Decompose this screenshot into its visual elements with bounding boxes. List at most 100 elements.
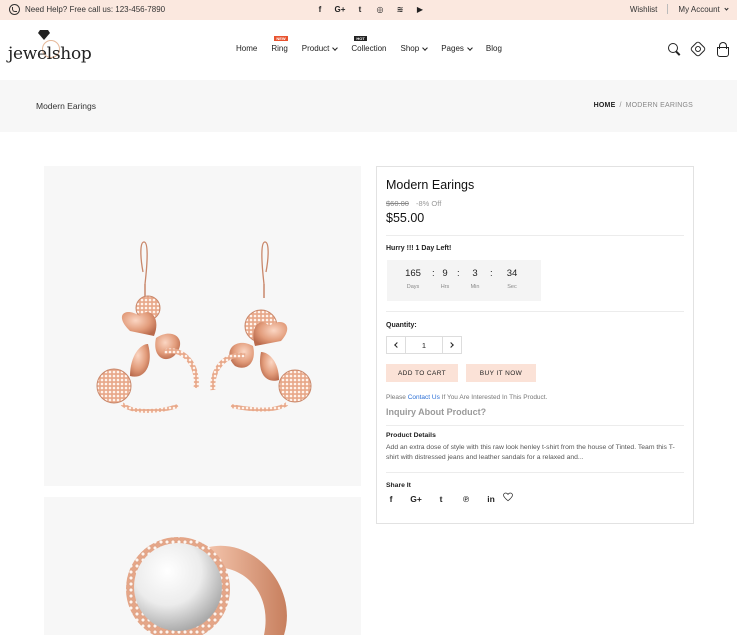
nav-item-home[interactable]: Home: [236, 44, 257, 53]
nav-label: Collection: [351, 44, 387, 53]
countdown-label: Days: [406, 284, 420, 290]
product-title: Modern Earings: [386, 178, 475, 192]
countdown-label: Sec: [507, 284, 517, 290]
nav-label: Shop: [400, 44, 420, 53]
divider: [386, 425, 684, 426]
pinterest-icon[interactable]: ℗: [461, 494, 471, 504]
breadcrumb: HOME / MODERN EARINGS: [594, 102, 693, 109]
my-account-label: My Account: [678, 5, 720, 14]
nav-label: Ring: [271, 44, 288, 53]
countdown-colon: :: [432, 268, 435, 279]
divider: [386, 311, 684, 312]
logo-text: jewelshop: [8, 44, 92, 64]
nav-item-ring[interactable]: Ring NEW: [271, 36, 288, 53]
divider: [667, 4, 669, 14]
countdown-timer: 165 Days 9 Hrs 3 Min 34 Sec:::: [387, 260, 541, 301]
whatsapp-icon: [9, 4, 20, 15]
countdown-label: Min: [470, 284, 480, 290]
quantity-increase-button[interactable]: [443, 337, 461, 353]
nav-label: Pages: [441, 44, 464, 53]
logo[interactable]: jewelshop: [8, 30, 92, 70]
nav-item-collection[interactable]: Collection HOT: [351, 36, 387, 53]
nav-badge: HOT: [354, 36, 367, 41]
gear-icon[interactable]: [689, 40, 707, 58]
nav-badge: NEW: [274, 36, 288, 41]
youtube-icon[interactable]: ▶: [415, 4, 425, 15]
breadcrumb-band: Modern Earings HOME / MODERN EARINGS: [0, 80, 737, 132]
contact-suffix: If You Are Interested In This Product.: [441, 394, 548, 401]
product-details-panel: Modern Earings $60.00 -8% Off $55.00 Hur…: [376, 166, 694, 524]
quantity-label: Quantity:: [386, 322, 417, 329]
divider: [386, 472, 684, 473]
nav-item-blog[interactable]: Blog: [486, 44, 502, 53]
pearl-ring-image: [126, 537, 287, 635]
current-price: $55.00: [386, 211, 425, 225]
share-title: Share It: [386, 482, 411, 489]
contact-us-link[interactable]: Contact Us: [408, 394, 440, 401]
help-text: Need Help? Free call us: 123-456-7890: [25, 5, 166, 14]
search-icon[interactable]: [668, 43, 680, 55]
twitter-icon[interactable]: t: [436, 494, 446, 504]
nav-item-product[interactable]: Product: [301, 44, 339, 53]
header-actions: [668, 40, 729, 58]
nav-label: Blog: [485, 44, 502, 53]
facebook-icon[interactable]: f: [386, 494, 396, 504]
product-details-text: Add an extra dose of style with this raw…: [386, 444, 675, 461]
nav-item-shop[interactable]: Shop: [400, 44, 429, 53]
breadcrumb-home[interactable]: HOME: [594, 102, 616, 109]
earrings-image: [96, 241, 312, 413]
google-plus-icon[interactable]: G+: [335, 4, 346, 15]
quantity-input[interactable]: 1: [405, 337, 443, 353]
hurry-text: Hurry !!! 1 Day Left!: [386, 245, 452, 252]
chevron-down-icon: [332, 44, 339, 51]
help-contact: Need Help? Free call us: 123-456-7890: [9, 4, 165, 15]
product-image-main[interactable]: [44, 166, 361, 486]
product-image-secondary[interactable]: [44, 497, 361, 635]
top-bar: Need Help? Free call us: 123-456-7890 fG…: [0, 0, 737, 20]
discount-label: -8% Off: [416, 199, 442, 208]
chevron-down-icon: [422, 44, 429, 51]
facebook-icon[interactable]: f: [315, 4, 325, 15]
countdown-days: 165 Days: [399, 268, 427, 290]
share-links: f G+ t ℗ in: [386, 494, 496, 504]
contact-prefix: Please: [386, 394, 406, 401]
chevron-down-icon: [467, 44, 473, 51]
nav-item-pages[interactable]: Pages: [441, 44, 473, 53]
nav-label: Home: [236, 44, 258, 53]
heart-icon[interactable]: [503, 492, 513, 502]
countdown-value: 3: [472, 268, 478, 279]
rss-icon[interactable]: ≋: [395, 4, 405, 15]
divider: [386, 235, 684, 236]
contact-note: Please Contact Us If You Are Interested …: [386, 394, 547, 401]
quantity-stepper: 1: [386, 336, 462, 354]
countdown-value: 9: [442, 268, 448, 279]
nav-label: Product: [301, 44, 330, 53]
instagram-icon[interactable]: ◎: [375, 4, 385, 15]
chevron-right-icon: [448, 342, 454, 348]
product-details-title: Product Details: [386, 432, 436, 439]
countdown-value: 165: [405, 268, 421, 279]
my-account-link[interactable]: My Account: [678, 5, 729, 14]
twitter-icon[interactable]: t: [355, 4, 365, 15]
linkedin-icon[interactable]: in: [486, 494, 496, 504]
inquiry-link[interactable]: Inquiry About Product?: [386, 407, 486, 417]
buy-now-button[interactable]: BUY IT NOW: [466, 364, 536, 382]
main-header: jewelshop Home Ring NEW Product Collection HO…: [0, 20, 737, 80]
chevron-left-icon: [394, 342, 400, 348]
breadcrumb-current: MODERN EARINGS: [625, 102, 693, 109]
add-to-cart-button[interactable]: ADD TO CART: [386, 364, 458, 382]
countdown-colon: :: [457, 268, 460, 279]
countdown-min: 3 Min: [461, 268, 489, 290]
main-nav: Home Ring NEW Product Collection HOT Shop Pages…: [236, 36, 516, 53]
countdown-label: Hrs: [440, 284, 450, 290]
cart-icon[interactable]: [716, 42, 729, 57]
google-plus-icon[interactable]: G+: [410, 494, 422, 504]
page-title: Modern Earings: [36, 101, 97, 111]
chevron-down-icon: [724, 6, 729, 11]
old-price: $60.00: [386, 199, 409, 208]
wishlist-link[interactable]: Wishlist: [630, 5, 658, 14]
countdown-hrs: 9 Hrs: [431, 268, 459, 290]
quantity-decrease-button[interactable]: [387, 337, 405, 353]
top-account-links: Wishlist My Account: [630, 4, 729, 14]
diamond-icon: [38, 30, 50, 40]
